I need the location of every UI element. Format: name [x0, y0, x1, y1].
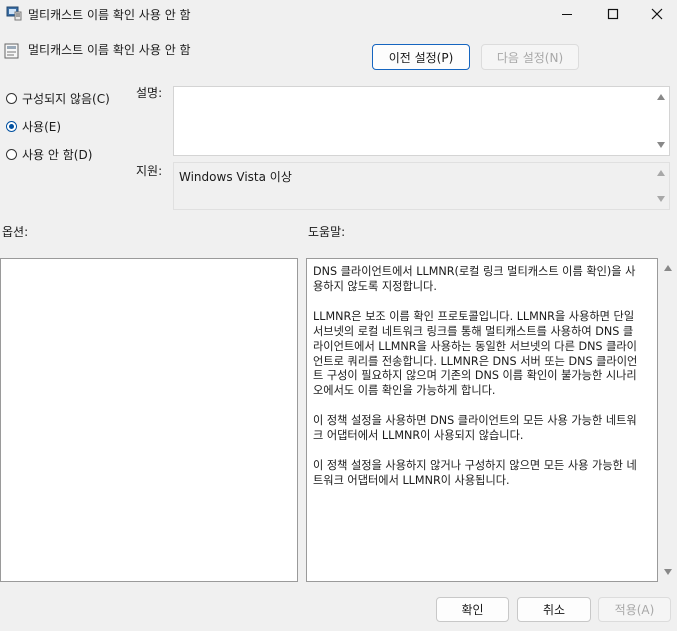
- options-pane: [0, 258, 298, 582]
- help-paragraph: 이 정책 설정을 사용하면 DNS 클라이언트의 모든 사용 가능한 네트워크 …: [313, 414, 637, 443]
- radio-disabled-label: 사용 안 함(D): [22, 148, 93, 162]
- supported-scrollbar[interactable]: [653, 163, 669, 209]
- cancel-button[interactable]: 취소: [517, 597, 591, 622]
- scroll-up-icon[interactable]: [657, 94, 665, 100]
- previous-setting-button[interactable]: 이전 설정(P): [372, 44, 470, 70]
- radio-enabled-indicator[interactable]: [6, 121, 17, 132]
- help-pane: DNS 클라이언트에서 LLMNR(로컬 링크 멀티캐스트 이름 확인)을 사용…: [306, 258, 658, 582]
- policy-app-icon: [6, 5, 22, 21]
- supported-label: 지원:: [136, 164, 163, 178]
- help-scrollbar[interactable]: [660, 258, 676, 582]
- close-button[interactable]: [634, 0, 677, 28]
- scroll-down-icon[interactable]: [657, 142, 665, 148]
- radio-disabled[interactable]: 사용 안 함(D): [6, 146, 92, 163]
- help-paragraph: DNS 클라이언트에서 LLMNR(로컬 링크 멀티캐스트 이름 확인)을 사용…: [313, 265, 636, 293]
- help-text: DNS 클라이언트에서 LLMNR(로컬 링크 멀티캐스트 이름 확인)을 사용…: [313, 265, 639, 504]
- radio-disabled-indicator[interactable]: [6, 149, 17, 160]
- comment-textarea[interactable]: [173, 86, 670, 156]
- comment-label: 설명:: [136, 86, 163, 100]
- radio-not-configured-label: 구성되지 않음(C): [22, 92, 110, 106]
- policy-name: 멀티캐스트 이름 확인 사용 안 함: [28, 43, 191, 57]
- ok-button[interactable]: 확인: [436, 597, 509, 622]
- policy-setting-icon: [4, 43, 20, 59]
- maximize-icon: [607, 8, 619, 20]
- options-label: 옵션:: [2, 225, 29, 239]
- radio-enabled[interactable]: 사용(E): [6, 118, 61, 135]
- radio-not-configured[interactable]: 구성되지 않음(C): [6, 90, 110, 107]
- maximize-button[interactable]: [590, 0, 636, 28]
- supported-value: Windows Vista 이상: [179, 170, 292, 184]
- comment-scrollbar[interactable]: [653, 87, 669, 155]
- close-icon: [651, 8, 663, 20]
- radio-enabled-label: 사용(E): [22, 120, 62, 134]
- scroll-down-icon[interactable]: [664, 569, 672, 575]
- radio-not-configured-indicator[interactable]: [6, 93, 17, 104]
- minimize-icon: [562, 14, 572, 15]
- next-setting-button[interactable]: 다음 설정(N): [481, 44, 579, 70]
- title-bar: 멀티캐스트 이름 확인 사용 안 함: [0, 0, 677, 28]
- minimize-button[interactable]: [544, 0, 590, 28]
- apply-button[interactable]: 적용(A): [598, 597, 671, 622]
- scroll-up-icon[interactable]: [664, 265, 672, 271]
- window-title: 멀티캐스트 이름 확인 사용 안 함: [28, 8, 191, 22]
- help-paragraph: LLMNR은 보조 이름 확인 프로토콜입니다. LLMNR을 사용하면 단일 …: [313, 309, 638, 398]
- scroll-up-icon[interactable]: [657, 170, 665, 176]
- help-label: 도움말:: [308, 225, 346, 239]
- scroll-down-icon[interactable]: [657, 196, 665, 202]
- help-paragraph: 이 정책 설정을 사용하지 않거나 구성하지 않으면 모든 사용 가능한 네트워…: [313, 459, 637, 487]
- supported-field: Windows Vista 이상: [173, 162, 670, 210]
